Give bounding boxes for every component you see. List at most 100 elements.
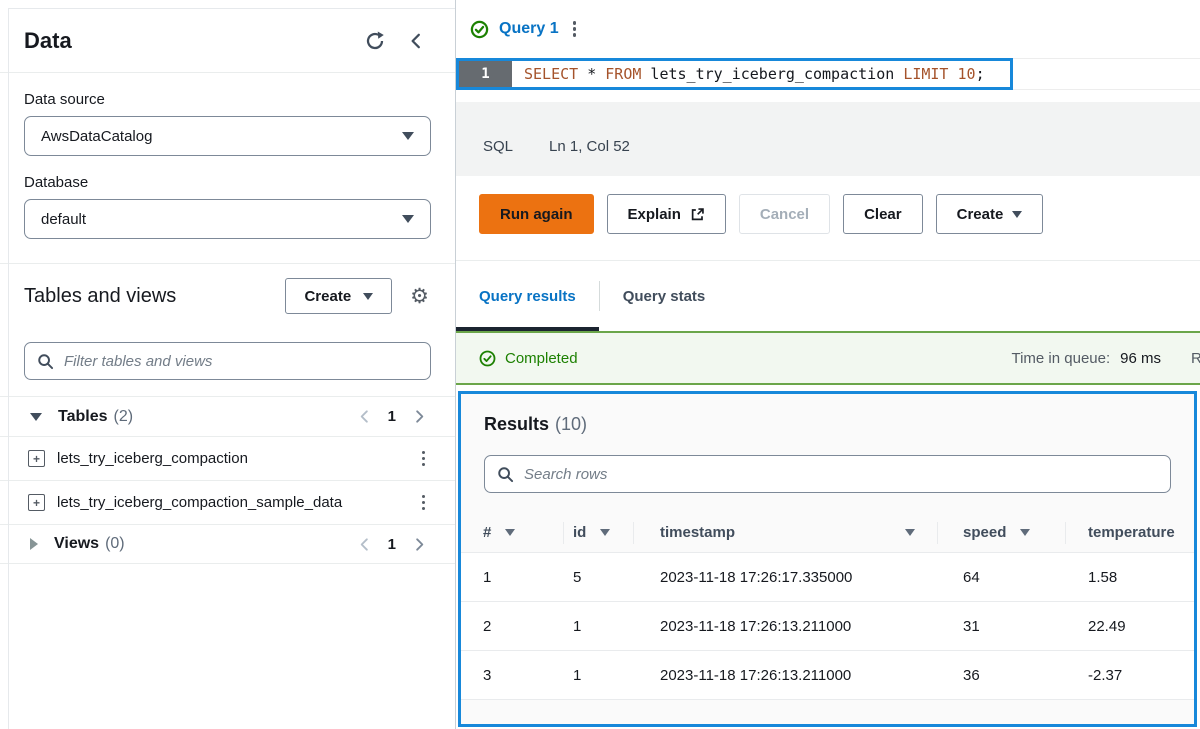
- views-pagination: 1: [355, 535, 429, 554]
- views-group-label: Views: [54, 535, 99, 553]
- completed-banner: Completed Time in queue: 96 ms Run time:: [456, 331, 1200, 385]
- cell-index: 1: [461, 553, 563, 601]
- sql-keyword: SELECT: [524, 65, 578, 83]
- editor-body[interactable]: [456, 90, 1200, 102]
- cell-temperature: -2.37: [1065, 651, 1194, 699]
- tables-pagination: 1: [355, 407, 429, 426]
- editor-language: SQL: [483, 138, 513, 155]
- cursor-position: Ln 1, Col 52: [549, 138, 630, 155]
- settings-button[interactable]: ⚙: [408, 284, 431, 309]
- tables-views-heading: Tables and views: [24, 285, 269, 308]
- editor-active-line[interactable]: 1 SELECT * FROM lets_try_iceberg_compact…: [456, 58, 1013, 90]
- views-group-row[interactable]: Views (0) 1: [0, 524, 455, 564]
- results-table-header: # id timestamp speed temperature: [461, 513, 1194, 553]
- page-number: 1: [388, 408, 396, 425]
- table-row[interactable]: 1 5 2023-11-18 17:26:17.335000 64 1.58: [461, 553, 1194, 602]
- tab-query-results[interactable]: Query results: [456, 261, 599, 331]
- query-tab-title[interactable]: Query 1: [499, 20, 559, 38]
- athena-query-editor: Data Data source AwsDataCatalog Database: [0, 0, 1200, 729]
- clear-button[interactable]: Clear: [843, 194, 923, 234]
- sidebar-header: Data: [0, 0, 455, 54]
- data-source-label: Data source: [24, 91, 431, 108]
- tables-group-label: Tables: [58, 408, 108, 426]
- sort-filter-icon[interactable]: [905, 529, 915, 536]
- page-next-button[interactable]: [410, 535, 429, 554]
- run-again-button[interactable]: Run again: [479, 194, 594, 234]
- column-header-index[interactable]: #: [461, 513, 563, 552]
- search-rows-input[interactable]: [524, 466, 1158, 483]
- data-sidebar: Data Data source AwsDataCatalog Database: [0, 0, 456, 729]
- refresh-icon: [365, 31, 385, 51]
- cancel-button[interactable]: Cancel: [739, 194, 830, 234]
- editor-status-bar: SQL Ln 1, Col 52: [456, 102, 1200, 176]
- column-header-id[interactable]: id: [563, 513, 633, 552]
- sql-table-name: lets_try_iceberg_compaction: [641, 65, 903, 83]
- expand-plus-icon[interactable]: +: [28, 450, 45, 467]
- table-row[interactable]: 2 1 2023-11-18 17:26:13.211000 31 22.49: [461, 602, 1194, 651]
- column-label: speed: [963, 524, 1006, 541]
- tab-query-stats[interactable]: Query stats: [600, 261, 729, 331]
- results-table: # id timestamp speed temperature 1 5 202…: [461, 513, 1194, 700]
- chevron-left-icon: [407, 32, 425, 50]
- table-actions-kebab[interactable]: [418, 449, 429, 468]
- cell-timestamp: 2023-11-18 17:26:17.335000: [633, 553, 937, 601]
- sort-filter-icon[interactable]: [600, 529, 610, 536]
- views-group-count: (0): [105, 535, 125, 553]
- table-list-item[interactable]: + lets_try_iceberg_compaction: [0, 436, 455, 480]
- expand-plus-icon[interactable]: +: [28, 494, 45, 511]
- tables-group-count: (2): [114, 408, 134, 426]
- collapsed-triangle-icon[interactable]: [30, 538, 38, 550]
- success-check-icon: [470, 20, 489, 39]
- database-label: Database: [24, 174, 431, 191]
- create-table-button[interactable]: Create: [285, 278, 392, 314]
- sql-semicolon: ;: [976, 65, 985, 83]
- table-actions-kebab[interactable]: [418, 493, 429, 512]
- tables-filter-input[interactable]: [64, 353, 418, 370]
- results-tabs: Query results Query stats: [456, 261, 1200, 331]
- caret-down-icon: [402, 132, 414, 140]
- tables-group-row[interactable]: Tables (2) 1: [0, 396, 455, 436]
- sql-keyword: LIMIT: [903, 65, 948, 83]
- query-panel: Query 1 1 SELECT * FROM lets_try_iceberg…: [456, 0, 1200, 729]
- sidebar-title: Data: [24, 28, 72, 54]
- collapse-panel-button[interactable]: [405, 30, 427, 52]
- database-value: default: [41, 211, 86, 228]
- data-source-value: AwsDataCatalog: [41, 128, 152, 145]
- expand-triangle-icon[interactable]: [30, 413, 42, 421]
- create-label: Create: [957, 206, 1004, 223]
- results-heading: Results: [484, 414, 549, 434]
- sort-filter-icon[interactable]: [1020, 529, 1030, 536]
- tables-views-groups: Tables (2) 1 + lets_try_iceberg_compacti…: [0, 396, 455, 564]
- create-dropdown-button[interactable]: Create: [936, 194, 1044, 234]
- column-header-timestamp[interactable]: timestamp: [633, 513, 937, 552]
- success-check-icon: [479, 350, 496, 367]
- column-label: id: [573, 524, 586, 541]
- run-time-label-clipped: Run time:: [1191, 350, 1200, 367]
- sql-code-line[interactable]: SELECT * FROM lets_try_iceberg_compactio…: [512, 61, 1010, 87]
- sort-filter-icon[interactable]: [505, 529, 515, 536]
- column-header-speed[interactable]: speed: [937, 513, 1065, 552]
- source-selectors: Data source AwsDataCatalog Database defa…: [0, 73, 455, 239]
- refresh-button[interactable]: [363, 29, 387, 53]
- page-next-button[interactable]: [410, 407, 429, 426]
- sql-operator: *: [578, 65, 605, 83]
- cell-temperature: 1.58: [1065, 553, 1194, 601]
- explain-button[interactable]: Explain: [607, 194, 726, 234]
- column-header-temperature[interactable]: temperature: [1065, 513, 1194, 552]
- page-prev-button[interactable]: [355, 535, 374, 554]
- column-label: temperature: [1088, 524, 1175, 541]
- column-label: timestamp: [660, 524, 735, 541]
- caret-down-icon: [363, 293, 373, 300]
- database-select[interactable]: default: [24, 199, 431, 239]
- external-link-icon: [690, 207, 705, 222]
- tables-filter-box: [24, 342, 431, 380]
- table-row[interactable]: 3 1 2023-11-18 17:26:13.211000 36 -2.37: [461, 651, 1194, 700]
- sql-editor[interactable]: 1 SELECT * FROM lets_try_iceberg_compact…: [456, 58, 1200, 90]
- query-tab-kebab[interactable]: [569, 19, 580, 38]
- data-source-select[interactable]: AwsDataCatalog: [24, 116, 431, 156]
- sql-keyword: FROM: [605, 65, 641, 83]
- page-prev-button[interactable]: [355, 407, 374, 426]
- table-list-item[interactable]: + lets_try_iceberg_compaction_sample_dat…: [0, 480, 455, 524]
- editor-line-extension[interactable]: [1013, 58, 1200, 90]
- cell-timestamp: 2023-11-18 17:26:13.211000: [633, 602, 937, 650]
